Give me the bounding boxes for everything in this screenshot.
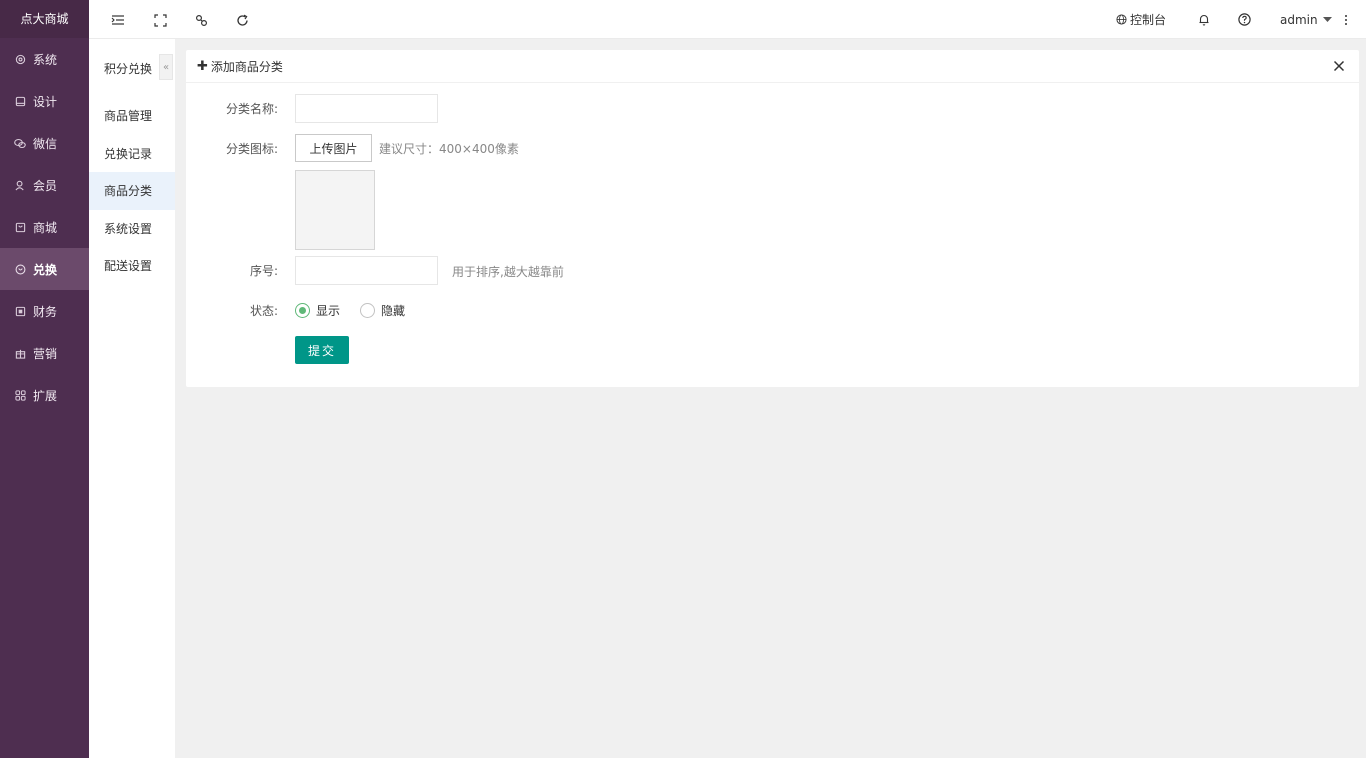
card-header: ✚ 添加商品分类 [186, 50, 1359, 83]
sidebar-item-exchange[interactable]: 兑换 [0, 248, 89, 290]
app-logo[interactable]: 点大商城 [0, 0, 89, 38]
sidebar-item-label: 会员 [33, 178, 58, 193]
double-chevron-left-icon: « [162, 61, 170, 73]
subnav-item-records[interactable]: 兑换记录 [89, 135, 175, 173]
name-row: 分类名称: [186, 94, 586, 123]
plus-icon: ✚ [197, 58, 208, 74]
top-header: 控制台 admin [89, 0, 1366, 39]
sidebar-item-label: 财务 [33, 304, 58, 319]
refresh-icon[interactable] [234, 12, 250, 28]
sidebar-item-design[interactable]: 设计 [0, 80, 89, 122]
menu-toggle-icon[interactable] [110, 12, 126, 28]
sidebar-item-marketing[interactable]: 营销 [0, 332, 89, 374]
gift-icon [14, 347, 26, 359]
icon-row: 分类图标: 上传图片 建议尺寸：400×400像素 [186, 134, 686, 162]
submit-button[interactable]: 提交 [295, 336, 349, 364]
sidebar-item-wechat[interactable]: 微信 [0, 122, 89, 164]
finance-icon [14, 305, 26, 317]
help-icon[interactable] [1238, 0, 1251, 39]
sidebar-item-label: 商城 [33, 220, 58, 235]
sort-label: 序号: [249, 264, 278, 278]
sidebar-item-label: 微信 [33, 136, 58, 151]
category-name-input[interactable] [295, 94, 438, 123]
link-icon[interactable] [193, 12, 209, 28]
sidebar-item-mall[interactable]: 商城 [0, 206, 89, 248]
subnav-item-goods[interactable]: 商品管理 [89, 97, 175, 135]
status-row: 状态: 显示 隐藏 [186, 301, 586, 319]
subnav-item-delivery[interactable]: 配送设置 [89, 247, 175, 285]
sidebar-item-label: 系统 [33, 52, 58, 67]
status-radio-show[interactable]: 显示 [295, 302, 340, 319]
console-link[interactable]: 控制台 [1116, 0, 1166, 39]
radio-unchecked-icon [360, 303, 375, 318]
shop-icon [14, 221, 26, 233]
radio-label: 隐藏 [381, 304, 406, 318]
icon-label: 分类图标: [225, 141, 278, 156]
more-icon[interactable] [1344, 0, 1348, 39]
main-sidebar: 点大商城 系统 设计 微信 会员 商城 兑换 财务 营销 扩展 [0, 0, 89, 758]
sidebar-item-system[interactable]: 系统 [0, 38, 89, 80]
user-icon [14, 179, 26, 191]
exchange-icon [14, 263, 26, 275]
secondary-nav: 积分兑换 商品管理 兑换记录 商品分类 系统设置 配送设置 [89, 39, 175, 758]
sidebar-item-label: 设计 [33, 94, 58, 109]
monitor-icon [14, 95, 26, 107]
wechat-icon [14, 137, 26, 149]
icon-preview-box[interactable] [295, 170, 375, 250]
sidebar-item-finance[interactable]: 财务 [0, 290, 89, 332]
bell-icon[interactable] [1198, 0, 1210, 39]
caret-down-icon [1322, 17, 1332, 22]
globe-icon [1116, 14, 1127, 25]
sort-row: 序号: 用于排序,越大越靠前 [186, 256, 686, 285]
card-title: 添加商品分类 [210, 59, 283, 74]
collapse-subnav-button[interactable]: « [159, 54, 173, 80]
subnav-item-settings[interactable]: 系统设置 [89, 210, 175, 248]
sort-hint: 用于排序,越大越靠前 [452, 265, 564, 279]
gear-icon [14, 53, 26, 65]
grid-icon [14, 389, 26, 401]
sidebar-item-member[interactable]: 会员 [0, 164, 89, 206]
sidebar-item-label: 兑换 [33, 262, 58, 277]
fullscreen-icon[interactable] [152, 12, 168, 28]
subnav-item-category[interactable]: 商品分类 [89, 172, 175, 210]
add-category-card: ✚ 添加商品分类 分类名称: 分类图标: 上传图片 建议尺寸：400×400像素… [186, 50, 1359, 387]
sidebar-item-label: 扩展 [33, 388, 58, 403]
sidebar-item-extension[interactable]: 扩展 [0, 374, 89, 416]
upload-image-button[interactable]: 上传图片 [295, 134, 372, 162]
console-label: 控制台 [1130, 13, 1167, 27]
sidebar-item-label: 营销 [33, 346, 58, 361]
radio-label: 显示 [316, 304, 341, 318]
user-name: admin [1280, 12, 1318, 27]
name-label: 分类名称: [225, 102, 278, 116]
status-label: 状态: [249, 303, 278, 318]
sort-order-input[interactable] [295, 256, 438, 285]
icon-size-hint: 建议尺寸：400×400像素 [379, 142, 519, 156]
radio-checked-icon [295, 303, 310, 318]
close-icon[interactable] [1333, 60, 1347, 74]
status-radio-hide[interactable]: 隐藏 [360, 302, 405, 319]
user-menu[interactable]: admin [1280, 0, 1332, 39]
